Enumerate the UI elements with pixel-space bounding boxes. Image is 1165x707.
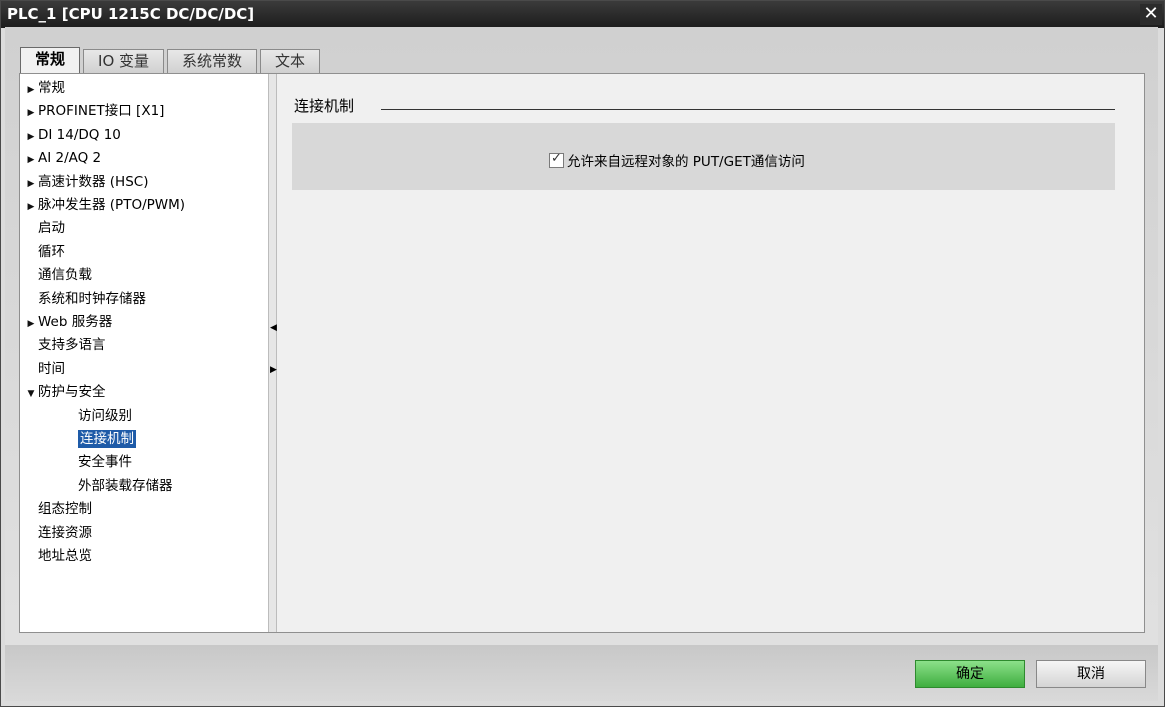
content-area: ▶ 常规 ▶ PROFINET接口 [X1] ▶ DI 14/DQ 10 ▶ AI 2/AQ … xyxy=(19,73,1145,633)
nav-item[interactable]: ▶ 脉冲发生器 (PTO/PWM) xyxy=(20,194,186,218)
nav-item-label: 防护与安全 xyxy=(38,384,106,401)
nav-item[interactable]: 组态控制 xyxy=(20,498,92,520)
tab-strip: 常规 IO 变量 系统常数 文本 xyxy=(20,47,323,74)
expand-right-icon[interactable]: ▶ xyxy=(270,364,277,376)
nav-item[interactable]: 通信负载 xyxy=(20,264,92,286)
nav-item-label: 常规 xyxy=(38,80,65,96)
nav-item-label: 启动 xyxy=(38,220,65,237)
collapsed-icon[interactable]: ▶ xyxy=(24,126,38,148)
collapsed-icon[interactable]: ▶ xyxy=(24,79,38,101)
nav-item[interactable]: ▶ 高速计数器 (HSC) xyxy=(20,171,149,195)
nav-item[interactable]: 访问级别 xyxy=(20,405,132,427)
nav-item[interactable]: 连接机制 xyxy=(20,428,136,450)
nav-item-label: 连接资源 xyxy=(38,524,92,541)
nav-item-label: 支持多语言 xyxy=(38,337,106,354)
nav-item-label: 通信负载 xyxy=(38,267,92,284)
tab-0[interactable]: 常规 xyxy=(20,47,81,74)
nav-item[interactable]: ▶ Web 服务器 xyxy=(20,311,113,335)
nav-item-label: Web 服务器 xyxy=(38,314,113,330)
main-panel: 连接机制 ✓ 允许来自远程对象的 PUT/GET通信访问 xyxy=(278,74,1144,632)
nav-item-label: PROFINET接口 [X1] xyxy=(38,103,165,120)
nav-item[interactable]: ▶ DI 14/DQ 10 xyxy=(20,124,121,146)
nav-item[interactable]: 外部装载存储器 xyxy=(20,475,173,497)
tab-3[interactable]: 文本 xyxy=(260,49,321,74)
nav-item-label: 系统和时钟存储器 xyxy=(38,290,146,307)
section-panel: ✓ 允许来自远程对象的 PUT/GET通信访问 xyxy=(292,123,1115,190)
collapse-left-icon[interactable]: ◀ xyxy=(270,322,277,334)
cancel-button[interactable]: 取消 xyxy=(1036,660,1146,688)
nav-item-label: 循环 xyxy=(38,243,65,260)
nav-item-label: 访问级别 xyxy=(78,407,132,424)
collapsed-icon[interactable]: ▶ xyxy=(24,102,38,124)
nav-item[interactable]: ▶ PROFINET接口 [X1] xyxy=(20,100,165,124)
window-title: PLC_1 [CPU 1215C DC/DC/DC] xyxy=(7,5,255,23)
close-button[interactable]: ✕ xyxy=(1140,4,1162,25)
navigation-tree: ▶ 常规 ▶ PROFINET接口 [X1] ▶ DI 14/DQ 10 ▶ AI 2/AQ … xyxy=(20,74,268,632)
splitter[interactable]: ◀ ▶ xyxy=(268,74,277,632)
tab-1[interactable]: IO 变量 xyxy=(83,49,165,74)
nav-item-label: 时间 xyxy=(38,360,65,377)
section-title: 连接机制 xyxy=(294,97,355,115)
put-get-checkbox-label: 允许来自远程对象的 PUT/GET通信访问 xyxy=(567,154,805,170)
nav-item[interactable]: 时间 xyxy=(20,358,65,380)
collapsed-icon[interactable]: ▶ xyxy=(24,313,38,335)
nav-item[interactable]: 启动 xyxy=(20,217,65,239)
nav-item-label: 地址总览 xyxy=(38,548,92,564)
collapsed-icon[interactable]: ▶ xyxy=(24,173,38,195)
put-get-checkbox[interactable]: ✓ xyxy=(549,150,564,168)
nav-item[interactable]: ▶ 常规 xyxy=(20,77,65,99)
collapsed-icon[interactable]: ▶ xyxy=(24,149,38,171)
put-get-access-option[interactable]: ✓ 允许来自远程对象的 PUT/GET通信访问 xyxy=(549,150,805,170)
close-icon: ✕ xyxy=(1143,3,1159,24)
nav-item[interactable]: 支持多语言 xyxy=(20,334,106,356)
nav-item[interactable]: ▼ 防护与安全 xyxy=(20,381,106,403)
nav-item-label: AI 2/AQ 2 xyxy=(38,150,102,167)
nav-item-label: 高速计数器 (HSC) xyxy=(38,173,149,190)
nav-item[interactable]: 循环 xyxy=(20,241,65,263)
nav-item[interactable]: 系统和时钟存储器 xyxy=(20,288,146,310)
nav-item-label: 脉冲发生器 (PTO/PWM) xyxy=(38,197,186,213)
nav-item[interactable]: ▶ AI 2/AQ 2 xyxy=(20,147,102,171)
nav-item-label: 组态控制 xyxy=(38,501,92,518)
ok-button[interactable]: 确定 xyxy=(915,660,1025,688)
tab-2[interactable]: 系统常数 xyxy=(167,49,258,74)
checkmark-icon: ✓ xyxy=(551,150,562,166)
nav-item[interactable]: 连接资源 xyxy=(20,522,92,544)
nav-item[interactable]: 地址总览 xyxy=(20,545,92,567)
collapsed-icon[interactable]: ▶ xyxy=(24,196,38,218)
section-divider xyxy=(381,109,1115,110)
nav-item-label: 外部装载存储器 xyxy=(78,477,173,494)
nav-item-label: 安全事件 xyxy=(78,454,132,471)
title-bar[interactable]: PLC_1 [CPU 1215C DC/DC/DC] xyxy=(1,1,1164,28)
nav-item-label: DI 14/DQ 10 xyxy=(38,126,121,143)
nav-item-label: 连接机制 xyxy=(78,430,136,448)
nav-item[interactable]: 安全事件 xyxy=(20,451,132,473)
expanded-icon[interactable]: ▼ xyxy=(24,383,38,405)
